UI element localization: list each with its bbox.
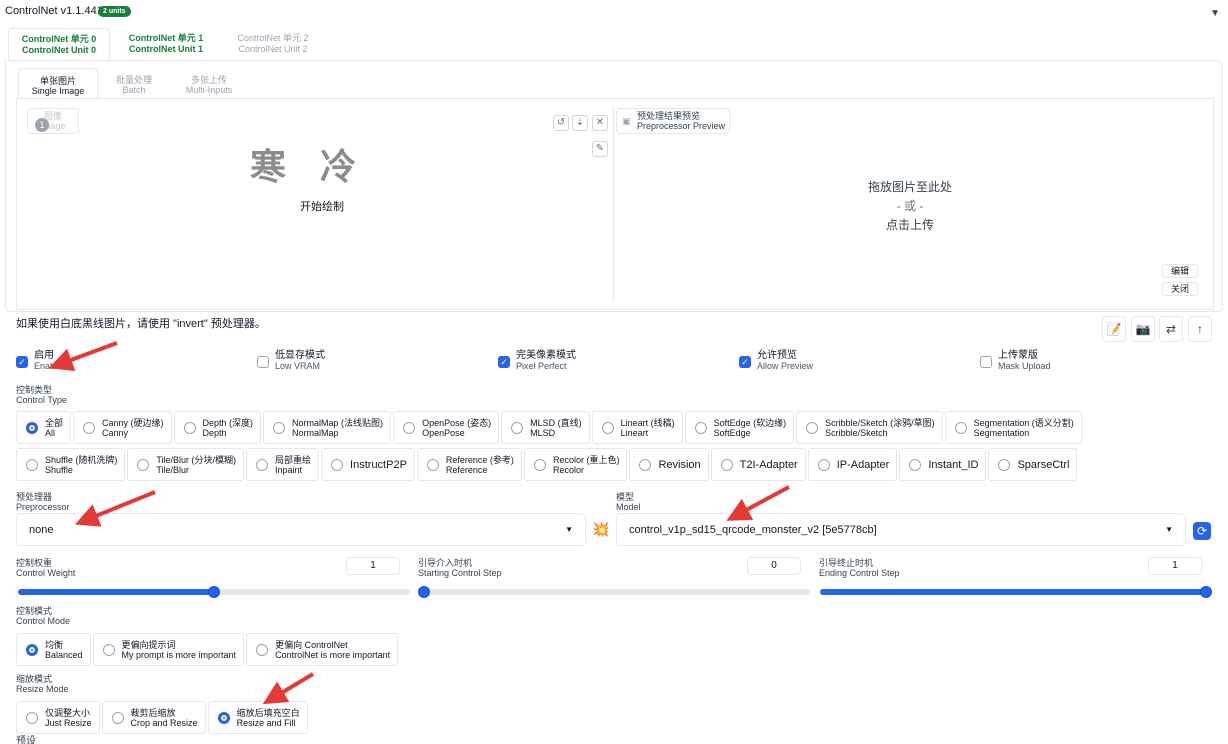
arrow-enable [48,341,118,372]
arrow-resize [262,672,315,705]
arrow-preprocessor [74,490,156,527]
arrow-model [726,485,790,521]
annotation-arrows [48,341,790,705]
